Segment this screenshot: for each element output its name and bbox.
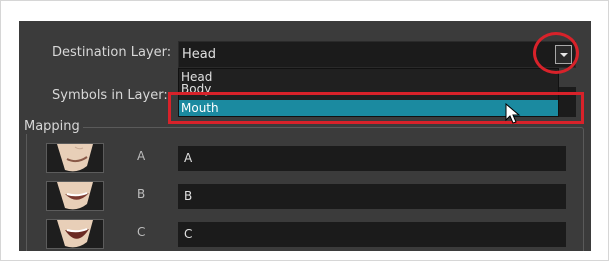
mapping-field-c[interactable]: C [178,222,566,247]
selection-highlight-annotation [168,92,584,124]
mouth-thumbnail-b [46,181,104,211]
row-letter-a: A [137,149,146,163]
mapping-value-c: C [184,227,193,241]
mouse-pointer-icon [505,102,521,129]
destination-layer-dropdown[interactable]: Head [178,41,576,68]
mapping-title: Mapping [21,119,83,134]
symbols-in-layer-label: Symbols in Layer: [52,88,168,103]
mouth-thumbnail-c [46,219,104,249]
mouth-thumbnail-a [46,143,104,173]
mapping-value-a: A [184,151,193,165]
row-letter-c: C [137,225,146,239]
mapping-field-a[interactable]: A [178,146,566,171]
destination-layer-value: Head [182,47,216,62]
mapping-value-b: B [184,189,193,203]
dropdown-circle-annotation [533,32,579,74]
destination-layer-label: Destination Layer: [52,45,172,60]
mapping-field-b[interactable]: B [178,184,566,209]
screenshot-frame: Destination Layer: Head Symbols in Layer… [0,0,609,261]
row-letter-b: B [137,187,146,201]
symbol-mapping-panel: Destination Layer: Head Symbols in Layer… [19,21,591,251]
